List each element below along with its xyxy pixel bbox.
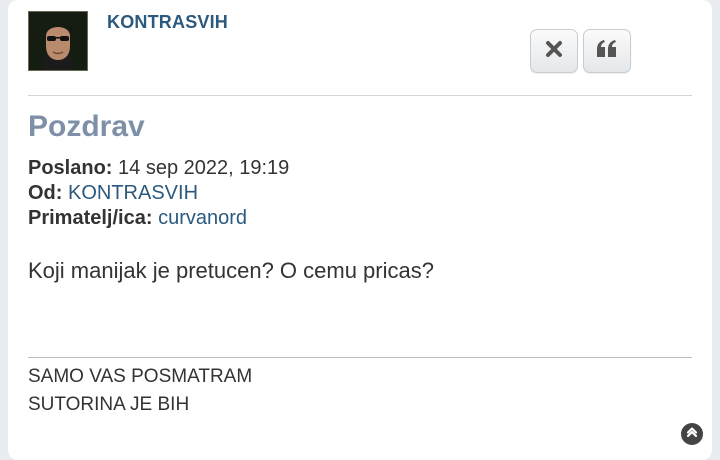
from-user-link[interactable]: KONTRASVIH [68, 182, 198, 204]
from-line: Od: KONTRASVIH [28, 182, 198, 205]
avatar[interactable] [28, 11, 88, 71]
sent-label: Poslano: [28, 157, 113, 179]
delete-button[interactable] [530, 29, 578, 73]
message-body: Koji manijak je pretucen? O cemu pricas? [28, 258, 434, 283]
quote-button[interactable] [583, 29, 631, 73]
post-author-name[interactable]: KONTRASVIH [107, 12, 228, 33]
close-icon [545, 40, 563, 63]
quote-icon [595, 39, 619, 64]
signature-line: SUTORINA JE BIH [28, 394, 190, 415]
back-to-top-button[interactable] [681, 423, 703, 445]
recipient-user-link[interactable]: curvanord [158, 207, 247, 229]
sent-value: 14 sep 2022, 19:19 [118, 157, 290, 179]
recipient-label: Primatelj/ica: [28, 207, 153, 229]
header-divider [28, 95, 692, 96]
signature-divider [28, 357, 692, 358]
recipient-line: Primatelj/ica: curvanord [28, 207, 247, 230]
sent-line: Poslano: 14 sep 2022, 19:19 [28, 157, 289, 180]
chevron-up-icon [685, 425, 699, 444]
message-subject: Pozdrav [28, 110, 145, 143]
signature-line: SAMO VAS POSMATRAM [28, 366, 253, 387]
from-label: Od: [28, 182, 63, 204]
